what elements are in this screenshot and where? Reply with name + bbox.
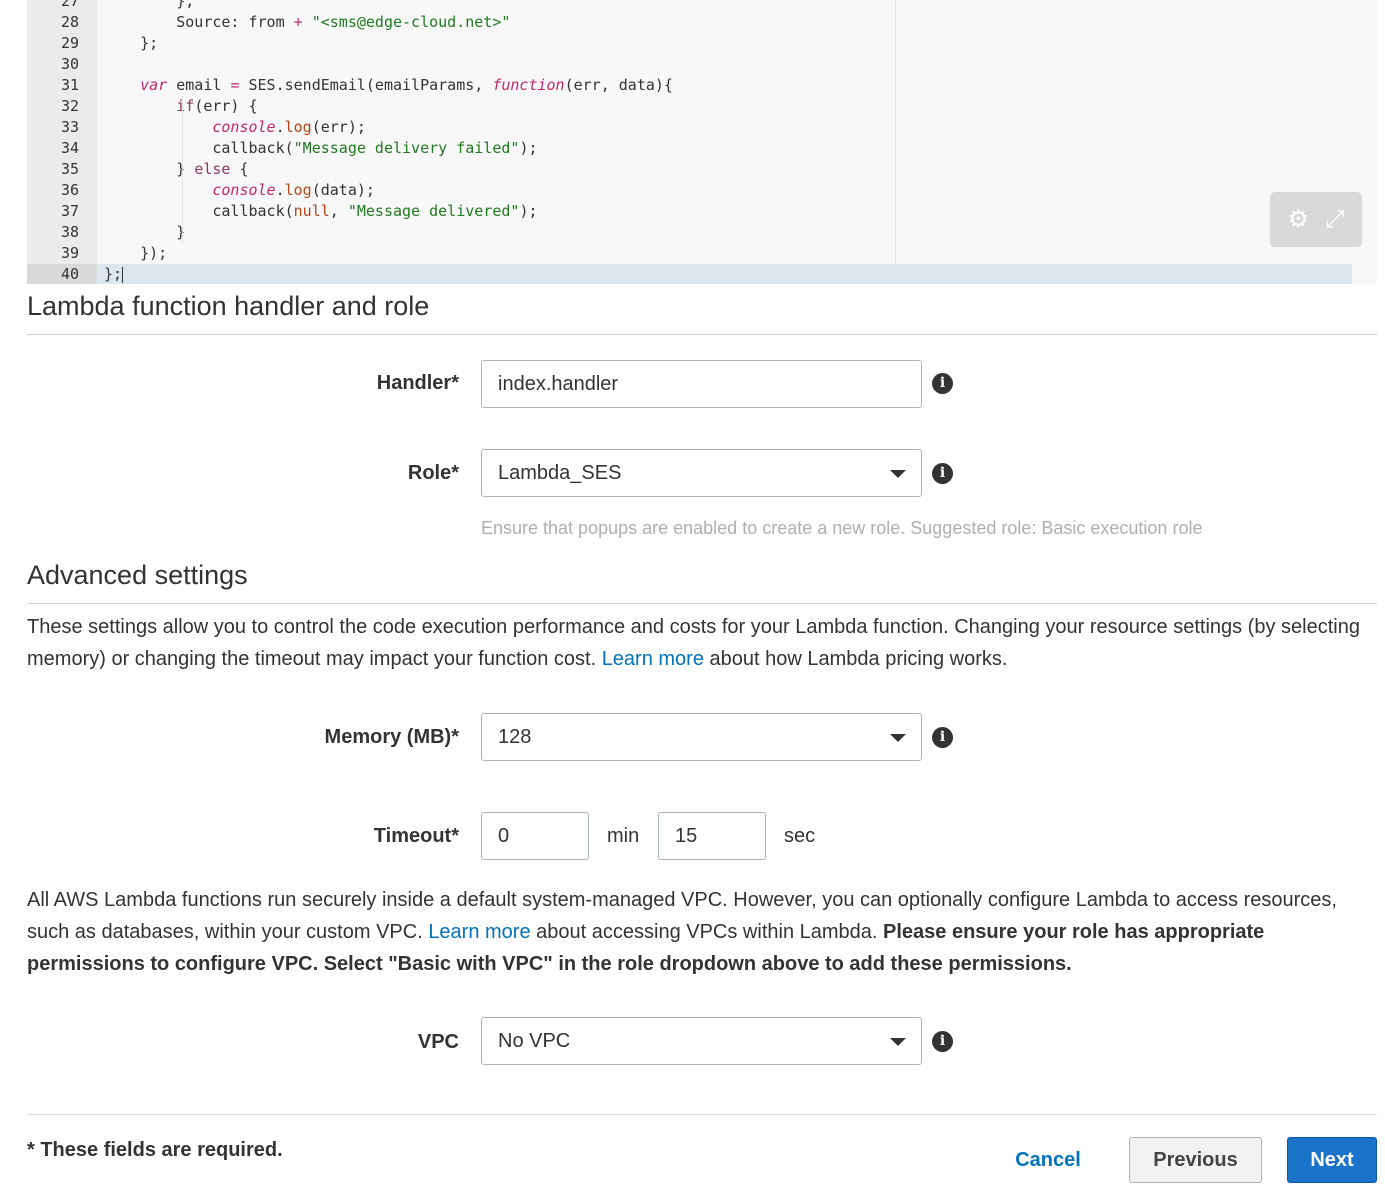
chevron-down-icon [890,734,906,742]
cancel-button[interactable]: Cancel [996,1137,1100,1183]
code-line[interactable]: 31 var email = SES.sendEmail(emailParams… [27,75,1352,96]
line-number: 38 [60,223,79,241]
code-text: console.log(err); [212,118,366,136]
code-line[interactable]: 35 } else { [27,159,1352,180]
memory-selected-value: 128 [498,726,532,748]
code-text: }; [104,265,124,283]
handler-input[interactable]: index.handler [481,360,922,408]
timeout-minutes-input[interactable]: 0 [481,812,589,860]
timeout-seconds-input[interactable]: 15 [658,812,766,860]
role-info-icon[interactable]: i [932,463,953,484]
code-text: } [176,223,186,241]
code-line[interactable]: 29 }; [27,33,1352,54]
pricing-learn-more-link[interactable]: Learn more [602,648,704,670]
expand-icon[interactable]: ⤢ [1325,207,1344,232]
code-line[interactable]: 38 } [27,222,1352,243]
role-hint: Ensure that popups are enabled to create… [481,518,1203,538]
role-selected-value: Lambda_SES [498,462,622,484]
memory-select[interactable]: 128 [481,713,922,761]
editor-toolbar: ⚙ ⤢ [1270,192,1362,247]
vpc-label: VPC [417,1031,459,1053]
memory-label: Memory (MB)* [324,726,459,748]
code-line[interactable]: 30 [27,54,1352,75]
line-number: 28 [60,13,79,31]
code-editor[interactable]: 27 }, 28 Source: from + "<sms@edge-cloud.… [27,0,1377,284]
handler-info-icon[interactable]: i [932,373,953,394]
role-label: Role* [407,462,459,484]
line-number: 35 [60,160,79,178]
code-line[interactable]: 34 callback("Message delivery failed"); [27,138,1352,159]
vpc-info-icon[interactable]: i [932,1031,953,1052]
advanced-section-title: Advanced settings [27,560,248,590]
code-text: if(err) { [176,97,258,115]
vpc-selected-value: No VPC [498,1030,571,1052]
line-number: 29 [60,34,79,52]
code-line[interactable]: 32 if(err) { [27,96,1352,117]
timeout-label: Timeout* [373,825,459,847]
code-text: }; [140,34,159,52]
code-line[interactable]: 28 Source: from + "<sms@edge-cloud.net>" [27,12,1352,33]
line-number: 39 [60,244,79,262]
timeout-seconds-unit: sec [784,825,816,847]
section-divider [27,334,1377,335]
code-text: console.log(data); [212,181,375,199]
advanced-intro: These settings allow you to control the … [27,616,1360,670]
code-text: callback("Message delivery failed"); [212,139,538,157]
code-text: Source: from + "<sms@edge-cloud.net>" [176,13,511,31]
previous-button[interactable]: Previous [1129,1137,1262,1183]
footer-divider [27,1114,1377,1115]
line-number: 34 [60,139,79,157]
line-number: 32 [60,97,79,115]
timeout-minutes-unit: min [607,825,640,847]
handler-label: Handler* [376,372,459,394]
section-divider [27,603,1377,604]
code-line[interactable]: 40}; [27,264,1352,284]
code-text: callback(null, "Message delivered"); [212,202,538,220]
vpc-description: All AWS Lambda functions run securely in… [27,889,1337,975]
vpc-learn-more-link[interactable]: Learn more [428,921,530,943]
code-line[interactable]: 33 console.log(err); [27,117,1352,138]
code-lines[interactable]: 27 }, 28 Source: from + "<sms@edge-cloud.… [27,0,1352,284]
line-number: 27 [60,0,79,10]
required-fields-note: * These fields are required. [27,1139,283,1161]
code-text: } else { [176,160,249,178]
text-cursor [122,266,124,283]
handler-section-title: Lambda function handler and role [27,291,430,321]
code-text: var email = SES.sendEmail(emailParams, f… [140,76,673,94]
line-number: 36 [60,181,79,199]
indent-guide [182,96,183,243]
role-select[interactable]: Lambda_SES [481,449,922,497]
chevron-down-icon [890,470,906,478]
code-text: }, [176,0,195,10]
next-button[interactable]: Next [1287,1137,1377,1183]
memory-info-icon[interactable]: i [932,727,953,748]
line-number: 37 [60,202,79,220]
vpc-select[interactable]: No VPC [481,1017,922,1065]
code-line[interactable]: 39 }); [27,243,1352,264]
code-line[interactable]: 27 }, [27,0,1352,12]
line-number: 30 [60,55,79,73]
chevron-down-icon [890,1038,906,1046]
code-line[interactable]: 36 console.log(data); [27,180,1352,201]
code-text: }); [140,244,168,262]
line-number: 33 [60,118,79,136]
line-number: 31 [60,76,79,94]
gear-icon[interactable]: ⚙ [1288,207,1310,232]
line-number: 40 [27,264,97,284]
code-line[interactable]: 37 callback(null, "Message delivered"); [27,201,1352,222]
